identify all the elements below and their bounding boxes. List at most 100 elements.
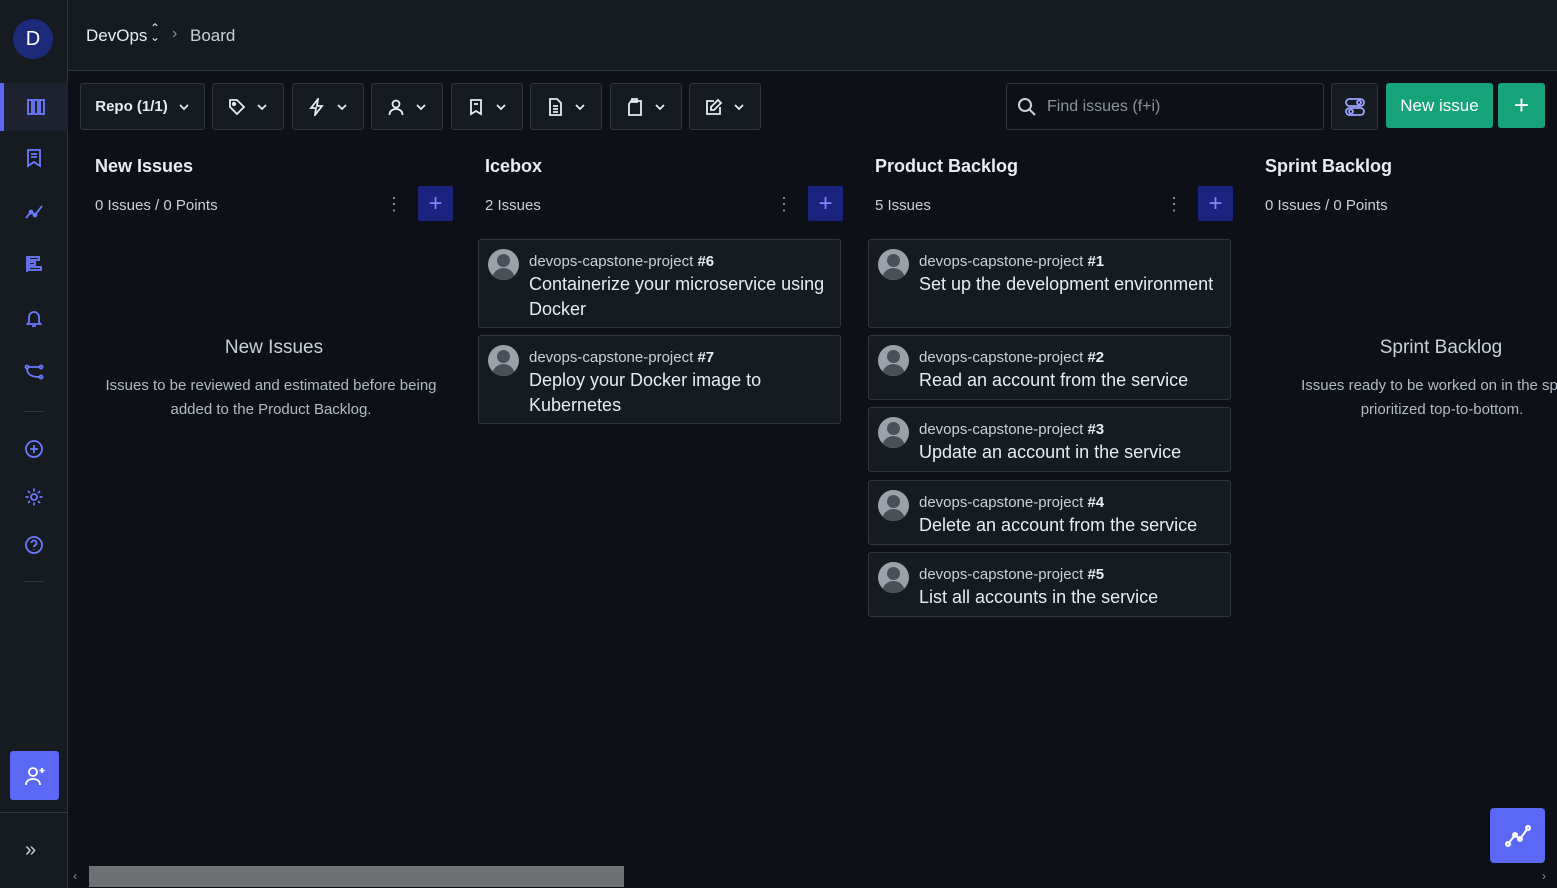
sidebar-item-settings[interactable] — [0, 473, 68, 521]
add-user-icon — [24, 766, 44, 785]
search-box[interactable] — [1006, 83, 1324, 130]
insights-fab-button[interactable] — [1490, 808, 1545, 863]
issue-title: List all accounts in the service — [919, 587, 1159, 607]
avatar — [878, 249, 909, 280]
toggle-icon — [1344, 97, 1365, 116]
sidebar-item-insights[interactable] — [0, 188, 68, 236]
sidebar-item-notifications[interactable] — [0, 294, 68, 342]
sidebar-item-roadmap[interactable] — [0, 240, 68, 288]
avatar — [488, 345, 519, 376]
issue-card[interactable]: devops-capstone-project #5 List all acco… — [868, 552, 1231, 617]
avatar — [878, 562, 909, 593]
document-icon — [549, 97, 562, 116]
chevron-down-icon — [257, 103, 267, 110]
empty-state-description: Issues to be reviewed and estimated befo… — [105, 377, 437, 418]
line-chart-icon — [25, 205, 43, 219]
sidebar-divider — [24, 581, 44, 582]
column-add-button[interactable]: + — [1198, 186, 1233, 221]
empty-state-title: Sprint Backlog — [1379, 337, 1503, 358]
scroll-right-icon[interactable]: › — [1542, 869, 1546, 883]
sidebar-item-board[interactable] — [0, 83, 68, 131]
scroll-left-icon[interactable]: ‹ — [73, 869, 77, 883]
board-icon — [27, 99, 45, 115]
issue-reference: devops-capstone-project #3 — [919, 421, 1105, 438]
issue-card[interactable]: devops-capstone-project #3 Update an acc… — [868, 407, 1231, 472]
scrollbar-thumb[interactable] — [89, 866, 624, 887]
repo-filter-label: Repo (1/1) — [95, 98, 168, 115]
column-title: Sprint Backlog — [1265, 156, 1393, 176]
horizontal-scrollbar[interactable]: ‹ › — [68, 866, 1557, 888]
issue-card[interactable]: devops-capstone-project #7 Deploy your D… — [478, 335, 841, 424]
assignee-filter[interactable] — [371, 83, 443, 130]
issue-reference: devops-capstone-project #4 — [919, 494, 1105, 511]
milestone-filter[interactable] — [610, 83, 682, 130]
issue-title: Read an account from the service — [919, 370, 1189, 390]
column-sprint-backlog: Sprint Backlog 0 Issues / 0 Points Sprin… — [1265, 150, 1557, 450]
top-bar: DevOps ⌃ ⌄ › Board — [68, 0, 1557, 71]
workspace-avatar[interactable]: D — [13, 19, 53, 59]
issue-reference: devops-capstone-project #7 — [529, 349, 715, 366]
issue-reference: devops-capstone-project #6 — [529, 253, 715, 270]
sprint-filter[interactable] — [292, 83, 364, 130]
avatar — [878, 417, 909, 448]
workflow-icon — [24, 364, 44, 380]
column-add-button[interactable]: + — [808, 186, 843, 221]
column-add-button[interactable]: + — [418, 186, 453, 221]
repo-filter[interactable]: Repo (1/1) — [80, 83, 205, 130]
chevron-down-icon — [734, 103, 744, 110]
line-chart-icon — [1504, 824, 1531, 847]
bell-icon — [25, 311, 43, 327]
issue-card[interactable]: devops-capstone-project #6 Containerize … — [478, 239, 841, 328]
column-title: New Issues — [95, 156, 194, 176]
sidebar-item-add[interactable] — [0, 425, 68, 473]
label-filter[interactable] — [212, 83, 284, 130]
lightning-icon — [309, 97, 324, 116]
issue-reference: devops-capstone-project #1 — [919, 253, 1105, 270]
issue-title: Set up the development environment — [919, 274, 1214, 294]
chevron-down-icon — [179, 103, 189, 110]
new-issue-button[interactable]: New issue — [1386, 83, 1493, 128]
column-count: 2 Issues — [485, 197, 541, 214]
release-filter[interactable] — [530, 83, 602, 130]
tag-icon — [229, 98, 246, 115]
chevron-down-icon — [416, 103, 426, 110]
sidebar-item-epics[interactable] — [0, 134, 68, 182]
clipboard-icon — [628, 97, 642, 116]
column-count: 0 Issues / 0 Points — [95, 197, 218, 214]
issue-reference: devops-capstone-project #5 — [919, 566, 1105, 583]
issue-title: Deploy your Docker image to Kubernetes — [529, 370, 762, 415]
roadmap-icon — [26, 256, 42, 272]
sidebar-item-workflows[interactable] — [0, 348, 68, 396]
avatar — [878, 345, 909, 376]
switcher-updown-icon[interactable]: ⌃ ⌄ — [150, 22, 160, 43]
epic-filter[interactable] — [451, 83, 523, 130]
gear-icon — [25, 488, 43, 506]
invite-user-button[interactable] — [10, 751, 59, 800]
issue-title: Update an account in the service — [919, 442, 1182, 462]
sidebar: D » — [0, 0, 68, 888]
empty-state-title: New Issues — [224, 337, 324, 358]
view-settings-button[interactable] — [1331, 83, 1378, 130]
issue-title: Delete an account from the service — [919, 515, 1198, 535]
edit-icon — [706, 98, 723, 115]
chevron-down-icon — [655, 103, 665, 110]
workspace-switcher[interactable]: DevOps — [86, 26, 147, 46]
issue-card[interactable]: devops-capstone-project #4 Delete an acc… — [868, 480, 1231, 545]
column-count: 5 Issues — [875, 197, 931, 214]
chevron-down-icon — [496, 103, 506, 110]
issue-card[interactable]: devops-capstone-project #1 Set up the de… — [868, 239, 1231, 328]
sidebar-item-help[interactable] — [0, 521, 68, 569]
empty-state-description: Issues ready to be worked on in the spri… — [1301, 377, 1557, 418]
chevron-down-icon — [337, 103, 347, 110]
column-menu-icon[interactable]: ⋮ — [385, 194, 403, 215]
issue-card[interactable]: devops-capstone-project #2 Read an accou… — [868, 335, 1231, 400]
bookmark-icon — [470, 98, 482, 116]
expand-sidebar-icon[interactable]: » — [25, 839, 36, 862]
column-menu-icon[interactable]: ⋮ — [1165, 194, 1183, 215]
search-input[interactable] — [1047, 94, 1317, 120]
estimate-filter[interactable] — [689, 83, 761, 130]
column-menu-icon[interactable]: ⋮ — [775, 194, 793, 215]
bookmark-icon — [27, 149, 41, 168]
column-sprint-backlog-viewport: Sprint Backlog 0 Issues / 0 Points Sprin… — [1265, 150, 1557, 450]
new-issue-plus-button[interactable]: + — [1498, 83, 1545, 128]
